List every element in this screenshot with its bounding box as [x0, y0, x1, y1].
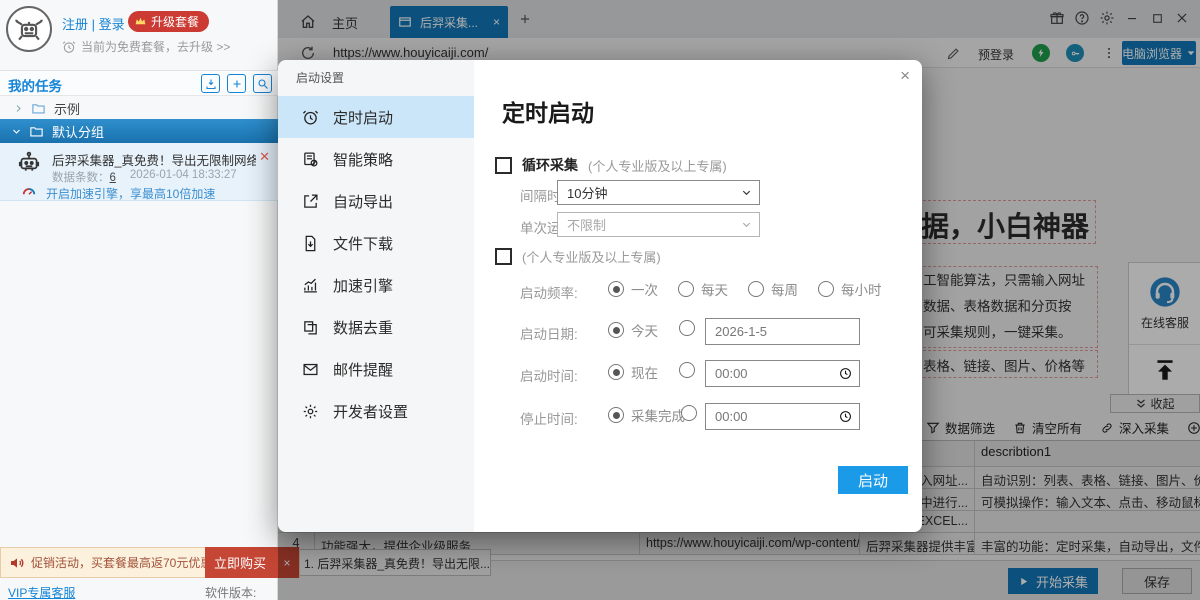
radio-custom-date[interactable]: [679, 320, 695, 336]
radio-weekly[interactable]: 每周: [748, 279, 798, 299]
menu-item-developer-settings[interactable]: 开发者设置: [278, 390, 474, 432]
buy-now-button[interactable]: 立即购买: [205, 547, 275, 578]
startup-settings-modal: 启动设置 定时启动 智能策略 自动导出 文件下载: [278, 60, 922, 532]
start-date-label: 启动日期:: [520, 323, 578, 343]
start-button[interactable]: 启动: [838, 466, 908, 494]
group-default-selected[interactable]: 默认分组: [0, 119, 278, 143]
chevron-down-icon: [741, 187, 752, 198]
task-card[interactable]: 后羿采集器_真免费！导出无限制网络爬虫... ✕ 数据条数：6 2026-01-…: [0, 143, 278, 201]
robot-icon: [16, 150, 42, 176]
task-close-icon[interactable]: ✕: [259, 149, 270, 165]
menu-item-file-download[interactable]: 文件下载: [278, 222, 474, 264]
radio-custom-time[interactable]: [679, 362, 695, 378]
chevron-down-icon: [741, 219, 752, 230]
register-login-link[interactable]: 注册 | 登录: [62, 14, 125, 33]
vip-service-link[interactable]: VIP专属客服: [8, 584, 75, 600]
interval-select[interactable]: 10分钟: [557, 180, 760, 205]
add-task-icon[interactable]: [227, 74, 246, 93]
task-sidebar: 注册 | 登录 升级套餐 当前为免费套餐，去升级 >> 我的任务 示例 默认分组: [0, 0, 278, 600]
tasks-header: 我的任务: [0, 70, 278, 96]
radio-today[interactable]: 今天: [608, 320, 658, 340]
tasks-title: 我的任务: [8, 75, 62, 95]
alarm-icon: [302, 109, 319, 126]
duration-select[interactable]: 不限制: [557, 212, 760, 237]
upgrade-badge[interactable]: 升级套餐: [128, 11, 209, 32]
promo-toast: 促销活动，买套餐最高返70元优惠券！ 立即购买 ×: [0, 547, 300, 578]
schedule-note: (个人专业版及以上专属): [522, 247, 661, 266]
folder-icon: [31, 101, 46, 116]
radio-daily[interactable]: 每天: [678, 279, 728, 299]
loop-collect-note: (个人专业版及以上专属): [588, 156, 727, 175]
clock-icon: [839, 367, 852, 380]
schedule-checkbox[interactable]: [495, 248, 512, 265]
strategy-icon: [302, 151, 319, 168]
loop-collect-checkbox[interactable]: [495, 157, 512, 174]
task-title: 后羿采集器_真免费！导出无限制网络爬虫...: [52, 150, 256, 169]
boost-link[interactable]: 开启加速引擎，享最高10倍加速: [46, 185, 215, 202]
start-time-input[interactable]: 00:00: [705, 360, 860, 387]
menu-item-speed-engine[interactable]: 加速引擎: [278, 264, 474, 306]
crab-logo-icon: [6, 6, 52, 52]
menu-item-smart-strategy[interactable]: 智能策略: [278, 138, 474, 180]
speed-chart-icon: [302, 277, 319, 294]
dedup-icon: [302, 319, 319, 336]
gear-icon: [302, 403, 319, 420]
plan-notice[interactable]: 当前为免费套餐，去升级 >>: [62, 38, 230, 55]
schedule-row: (个人专业版及以上专属): [495, 247, 661, 266]
modal-sidebar: 启动设置 定时启动 智能策略 自动导出 文件下载: [278, 60, 474, 532]
frequency-label: 启动频率:: [520, 282, 578, 302]
start-time-label: 启动时间:: [520, 365, 578, 385]
chevron-right-icon: [14, 104, 23, 113]
modal-title: 启动设置: [296, 69, 344, 86]
stop-time-label: 停止时间:: [520, 408, 578, 428]
modal-main: 定时启动 循环采集 (个人专业版及以上专属) 间隔时间: 10分钟 单次运行时长…: [474, 60, 922, 532]
task-timestamp: 2026-01-04 18:33:27: [130, 169, 237, 185]
export-icon: [302, 193, 319, 210]
app-window: 主页 后羿采集... × https://www.houyicaiji.com/…: [0, 0, 1200, 600]
loop-collect-label: 循环采集: [522, 155, 578, 175]
radio-collect-done[interactable]: 采集完成: [608, 405, 685, 425]
task-meta: 数据条数：6 2026-01-04 18:33:27: [52, 169, 237, 185]
panel-heading: 定时启动: [502, 94, 594, 128]
speaker-icon: [1, 555, 25, 571]
chevron-down-icon: [12, 127, 21, 136]
gauge-icon: [20, 183, 38, 201]
date-input[interactable]: 2026-1-5: [705, 318, 860, 345]
crown-icon: [134, 15, 147, 28]
file-download-icon: [302, 235, 319, 252]
radio-custom-stop-time[interactable]: [681, 405, 697, 421]
alarm-icon: [62, 40, 76, 54]
folder-icon: [29, 124, 44, 139]
menu-item-auto-export[interactable]: 自动导出: [278, 180, 474, 222]
loop-collect-row: 循环采集 (个人专业版及以上专属): [495, 155, 727, 175]
menu-item-timed-start[interactable]: 定时启动: [278, 96, 474, 138]
radio-hourly[interactable]: 每小时: [818, 279, 882, 299]
group-example[interactable]: 示例: [0, 97, 278, 119]
radio-now[interactable]: 现在: [608, 362, 658, 382]
menu-item-mail-alert[interactable]: 邮件提醒: [278, 348, 474, 390]
software-version: 软件版本: 4.0.6: [205, 584, 277, 600]
stop-time-input[interactable]: 00:00: [705, 403, 860, 430]
import-task-icon[interactable]: [201, 74, 220, 93]
clock-icon: [839, 410, 852, 423]
mail-icon: [302, 361, 319, 378]
promo-text: 促销活动，买套餐最高返70元优惠券！: [25, 554, 205, 571]
search-task-icon[interactable]: [253, 74, 272, 93]
menu-item-dedup[interactable]: 数据去重: [278, 306, 474, 348]
task-data-count[interactable]: 6: [110, 172, 116, 184]
radio-once[interactable]: 一次: [608, 279, 658, 299]
